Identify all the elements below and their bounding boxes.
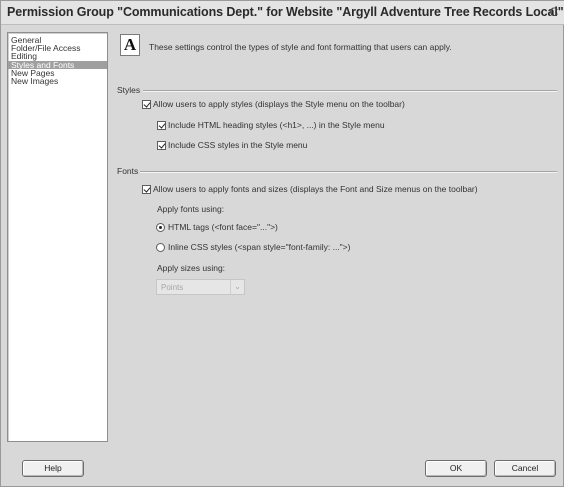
checkbox-box[interactable] — [157, 120, 166, 130]
help-button[interactable]: Help — [22, 460, 84, 477]
radio-button[interactable] — [156, 242, 165, 252]
chevron-down-icon[interactable]: ⌄ — [230, 280, 244, 294]
title-bar: Permission Group "Communications Dept." … — [1, 1, 564, 25]
ok-button[interactable]: OK — [425, 460, 487, 477]
include-html-headings-checkbox[interactable]: Include HTML heading styles (<h1>, ...) … — [157, 120, 385, 130]
inline-css-label: Inline CSS styles (<span style="font-fam… — [168, 242, 351, 252]
styles-separator — [143, 90, 557, 92]
include-css-styles-label: Include CSS styles in the Style menu — [168, 140, 308, 150]
allow-fonts-label: Allow users to apply fonts and sizes (di… — [153, 184, 478, 194]
fonts-group-label: Fonts — [117, 166, 139, 176]
styles-group-label: Styles — [117, 85, 141, 95]
sizes-select[interactable]: Points ⌄ — [156, 279, 245, 295]
html-tags-radio[interactable]: HTML tags (<font face="...">) — [156, 222, 278, 232]
include-css-styles-checkbox[interactable]: Include CSS styles in the Style menu — [157, 140, 307, 150]
allow-styles-label: Allow users to apply styles (displays th… — [153, 99, 405, 109]
sizes-select-value: Points — [161, 283, 184, 292]
permission-group-dialog: Permission Group "Communications Dept." … — [0, 0, 564, 487]
checkbox-box[interactable] — [142, 99, 151, 109]
settings-panel: A These settings control the types of st… — [113, 32, 561, 442]
cancel-button[interactable]: Cancel — [494, 460, 556, 477]
allow-fonts-checkbox[interactable]: Allow users to apply fonts and sizes (di… — [142, 184, 478, 194]
inline-css-radio[interactable]: Inline CSS styles (<span style="font-fam… — [156, 242, 350, 252]
allow-styles-checkbox[interactable]: Allow users to apply styles (displays th… — [142, 99, 405, 109]
panel-description: These settings control the types of styl… — [149, 42, 452, 52]
include-html-headings-label: Include HTML heading styles (<h1>, ...) … — [168, 120, 385, 130]
font-a-icon: A — [120, 34, 140, 56]
radio-button[interactable] — [156, 222, 165, 232]
close-icon[interactable]: C — [547, 4, 561, 20]
category-list[interactable]: General Folder/File Access Editing Style… — [7, 32, 108, 442]
dialog-title: Permission Group "Communications Dept." … — [7, 5, 564, 19]
category-item-new-images[interactable]: New Images — [8, 77, 107, 86]
apply-fonts-label: Apply fonts using: — [157, 204, 225, 214]
html-tags-label: HTML tags (<font face="...">) — [168, 222, 278, 232]
fonts-separator — [140, 171, 557, 173]
checkbox-box[interactable] — [157, 140, 166, 150]
checkbox-box[interactable] — [142, 184, 151, 194]
apply-sizes-label: Apply sizes using: — [157, 263, 226, 273]
